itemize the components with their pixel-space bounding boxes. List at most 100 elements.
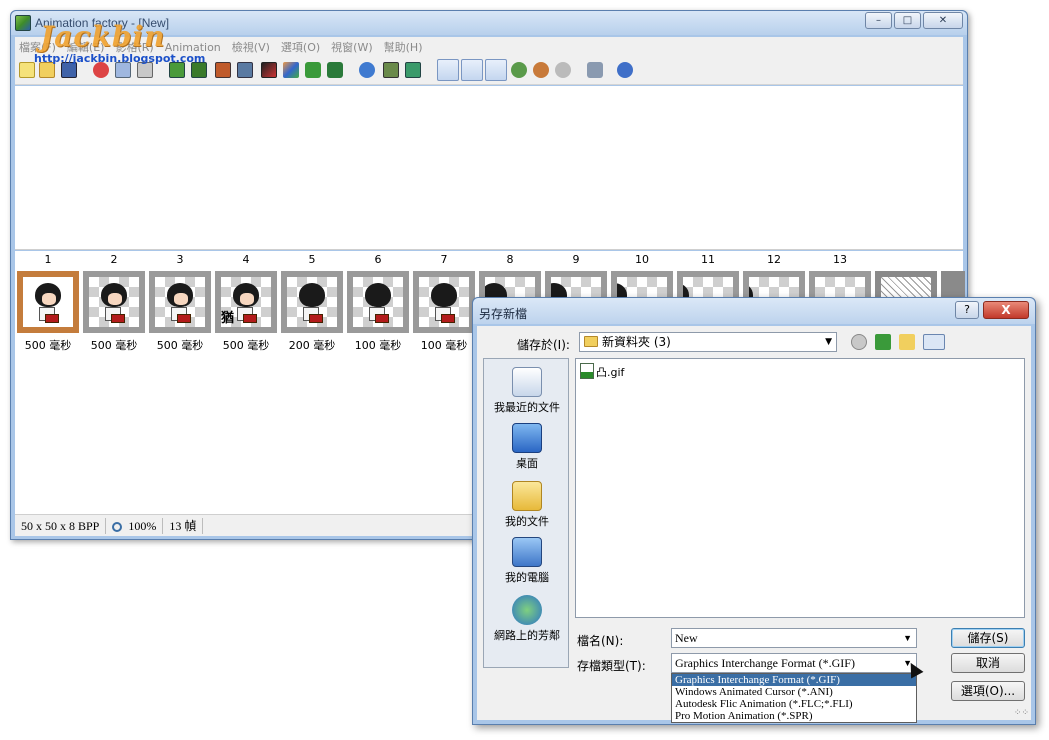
help-icon[interactable] bbox=[617, 62, 633, 78]
frame-thumbnail-7[interactable] bbox=[413, 271, 475, 333]
status-frame-count: 13 幀 bbox=[163, 517, 204, 534]
chevron-down-icon: ▼ bbox=[825, 337, 832, 347]
file-list[interactable]: 凸.gif bbox=[575, 358, 1025, 618]
effect-icon[interactable] bbox=[305, 62, 321, 78]
zoom-reset-icon[interactable] bbox=[555, 62, 571, 78]
frame-number: 3 bbox=[176, 253, 184, 266]
view-mode-1-icon[interactable] bbox=[437, 59, 459, 81]
frame-number: 9 bbox=[572, 253, 580, 266]
image-canvas[interactable] bbox=[15, 86, 963, 250]
frame-number: 10 bbox=[635, 253, 649, 266]
view-mode-2-icon[interactable] bbox=[461, 59, 483, 81]
menu-window[interactable]: 視窗(W) bbox=[331, 39, 372, 55]
frame-number: 11 bbox=[701, 253, 715, 266]
frame-thumbnail-6[interactable] bbox=[347, 271, 409, 333]
frame-thumbnail-1[interactable] bbox=[17, 271, 79, 333]
frame-thumbnail-3[interactable] bbox=[149, 271, 211, 333]
settings-wrench-icon[interactable] bbox=[587, 62, 603, 78]
place-documents[interactable]: 我的文件 bbox=[484, 481, 570, 529]
look-in-value: 新資料夾 (3) bbox=[602, 335, 671, 349]
place-desktop[interactable]: 桌面 bbox=[484, 423, 570, 471]
menu-help[interactable]: 幫助(H) bbox=[384, 39, 423, 55]
frame-delay[interactable]: 100 毫秒 bbox=[411, 337, 477, 353]
back-icon[interactable] bbox=[851, 334, 867, 350]
zoom-out-icon[interactable] bbox=[533, 62, 549, 78]
menu-options[interactable]: 選項(O) bbox=[281, 39, 320, 55]
frame-thumbnail-2[interactable] bbox=[83, 271, 145, 333]
cancel-button[interactable]: 取消 bbox=[951, 653, 1025, 673]
frame-number: 12 bbox=[767, 253, 781, 266]
place-network[interactable]: 網路上的芳鄰 bbox=[484, 595, 570, 643]
maximize-button[interactable]: □ bbox=[894, 12, 921, 29]
my-documents-icon bbox=[512, 481, 542, 511]
options-button[interactable]: 選項(O)... bbox=[951, 681, 1025, 701]
new-folder-icon[interactable] bbox=[899, 334, 915, 350]
menu-view[interactable]: 檢視(V) bbox=[232, 39, 270, 55]
frame-delay[interactable]: 500 毫秒 bbox=[81, 337, 147, 353]
frame-delay[interactable]: 500 毫秒 bbox=[15, 337, 81, 353]
status-zoom: 100% bbox=[106, 517, 164, 534]
watermark-logo: Jackbin bbox=[40, 20, 166, 53]
duplicate-frame-icon[interactable] bbox=[237, 62, 253, 78]
view-menu-icon[interactable] bbox=[923, 334, 945, 350]
filetype-option[interactable]: Autodesk Flic Animation (*.FLC;*.FLI) bbox=[672, 698, 916, 710]
filetype-option[interactable]: Pro Motion Animation (*.SPR) bbox=[672, 710, 916, 722]
resize-grip-icon[interactable]: ⁘⁘ bbox=[1014, 708, 1029, 718]
zoom-in-icon[interactable] bbox=[511, 62, 527, 78]
dialog-close-button[interactable]: X bbox=[983, 301, 1029, 319]
dialog-help-button[interactable]: ? bbox=[955, 301, 979, 319]
place-desktop-label: 桌面 bbox=[516, 457, 538, 470]
watermark-url: http://jackbin.blogspot.com bbox=[34, 52, 206, 65]
frame-thumbnail-5[interactable] bbox=[281, 271, 343, 333]
filetype-dropdown-list: Graphics Interchange Format (*.GIF) Wind… bbox=[671, 673, 917, 723]
frame-number: 13 bbox=[833, 253, 847, 266]
dialog-title: 另存新檔 bbox=[479, 307, 528, 321]
dialog-body: 儲存於(I): 新資料夾 (3) ▼ 我最近的文件 桌面 我的文件 我的電腦 網… bbox=[477, 326, 1031, 723]
my-computer-icon bbox=[512, 537, 542, 567]
dialog-titlebar[interactable]: 另存新檔 ? X bbox=[473, 298, 1035, 324]
filename-value: New bbox=[675, 631, 698, 645]
desktop-icon bbox=[512, 423, 542, 453]
look-in-combo[interactable]: 新資料夾 (3) ▼ bbox=[579, 332, 837, 352]
image-icon[interactable] bbox=[261, 62, 277, 78]
effect-2-icon[interactable] bbox=[327, 62, 343, 78]
app-icon bbox=[15, 15, 31, 31]
delete-frame-icon[interactable] bbox=[215, 62, 231, 78]
up-folder-icon[interactable] bbox=[875, 334, 891, 350]
place-recent-label: 我最近的文件 bbox=[494, 401, 560, 414]
place-computer[interactable]: 我的電腦 bbox=[484, 537, 570, 585]
chevron-down-icon: ▼ bbox=[903, 633, 912, 643]
caption-buttons: – □ ✕ bbox=[863, 12, 963, 29]
view-mode-3-icon[interactable] bbox=[485, 59, 507, 81]
frame-thumbnail-4[interactable]: 猶 bbox=[215, 271, 277, 333]
frame-delay[interactable]: 500 毫秒 bbox=[213, 337, 279, 353]
frame-number: 8 bbox=[506, 253, 514, 266]
play-icon[interactable] bbox=[359, 62, 375, 78]
palette-icon[interactable] bbox=[283, 62, 299, 78]
filetype-option[interactable]: Graphics Interchange Format (*.GIF) bbox=[672, 674, 916, 686]
file-name: 凸.gif bbox=[596, 366, 625, 379]
save-as-dialog: 另存新檔 ? X 儲存於(I): 新資料夾 (3) ▼ 我最近的文件 桌面 我的 bbox=[472, 297, 1036, 725]
frame-delay[interactable]: 100 毫秒 bbox=[345, 337, 411, 353]
export-icon[interactable] bbox=[405, 62, 421, 78]
magnifier-icon bbox=[112, 521, 123, 532]
frame-number: 4 bbox=[242, 253, 250, 266]
frame-delay[interactable]: 500 毫秒 bbox=[147, 337, 213, 353]
filetype-select[interactable]: Graphics Interchange Format (*.GIF) ▼ bbox=[671, 653, 917, 673]
preview-icon[interactable] bbox=[383, 62, 399, 78]
place-documents-label: 我的文件 bbox=[505, 515, 549, 528]
frame-number: 7 bbox=[440, 253, 448, 266]
frame-delay[interactable]: 200 毫秒 bbox=[279, 337, 345, 353]
close-button[interactable]: ✕ bbox=[923, 12, 963, 29]
frame-4-caption: 猶 bbox=[221, 311, 235, 326]
places-bar: 我最近的文件 桌面 我的文件 我的電腦 網路上的芳鄰 bbox=[483, 358, 569, 668]
filetype-option[interactable]: Windows Animated Cursor (*.ANI) bbox=[672, 686, 916, 698]
recent-documents-icon bbox=[512, 367, 542, 397]
new-icon[interactable] bbox=[19, 62, 35, 78]
save-button[interactable]: 儲存(S) bbox=[951, 628, 1025, 648]
frame-number: 1 bbox=[44, 253, 52, 266]
minimize-button[interactable]: – bbox=[865, 12, 892, 29]
filename-input[interactable]: New ▼ bbox=[671, 628, 917, 648]
frame-number: 2 bbox=[110, 253, 118, 266]
place-recent[interactable]: 我最近的文件 bbox=[484, 367, 570, 415]
